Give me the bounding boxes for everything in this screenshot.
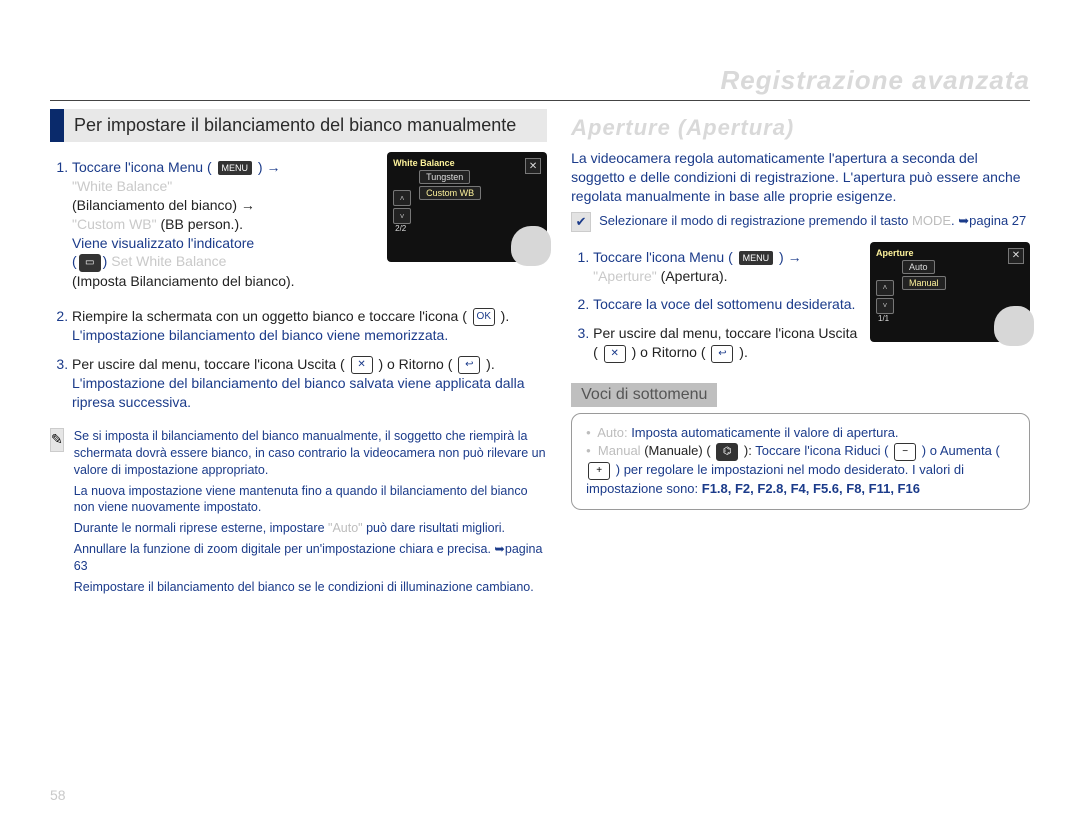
touch-hand-icon [994, 306, 1034, 346]
left-step-3: Per uscire dal menu, toccare l'icona Usc… [72, 355, 547, 412]
exit-icon: ✕ [351, 356, 373, 374]
right-heading: Aperture (Apertura) [571, 115, 1030, 141]
wb-screen-up-icon: ˄ [393, 190, 411, 206]
submenu-heading: Voci di sottomenu [571, 383, 717, 407]
minus-icon: − [894, 443, 916, 461]
left-title-bar: Per impostare il bilanciamento del bianc… [50, 109, 547, 142]
wb-screen-close-icon: ✕ [525, 158, 541, 174]
ap-screen-close-icon: ✕ [1008, 248, 1024, 264]
wb-set-icon: ▭ [79, 254, 101, 272]
bar-accent [50, 109, 64, 142]
precheck-icon: ✔ [571, 212, 591, 232]
section-header: Registrazione avanzata [720, 65, 1030, 96]
right-step-3: Per uscire dal menu, toccare l'icona Usc… [593, 324, 860, 362]
right-step-1: Toccare l'icona Menu ( MENU ) → "Apertur… [593, 248, 860, 286]
left-title: Per impostare il bilanciamento del bianc… [64, 109, 547, 142]
menu-chip-icon: MENU [739, 251, 774, 265]
aperture-screenshot: Aperture ✕ ˄ ˅ Auto Manual 1/1 [870, 242, 1030, 342]
ok-icon: OK [473, 308, 495, 326]
aperture-dial-icon: ⌬ [716, 443, 738, 461]
wb-screen-page: 2/2 [395, 224, 406, 233]
page-number: 58 [50, 787, 66, 803]
top-rule [50, 100, 1030, 101]
wb-screen-title: White Balance [393, 158, 455, 168]
wb-screen-down-icon: ˅ [393, 208, 411, 224]
right-intro: La videocamera regola automaticamente l'… [571, 149, 1030, 206]
left-step-1: Toccare l'icona Menu ( MENU ) → "White B… [72, 158, 377, 291]
ap-screen-down-icon: ˅ [876, 298, 894, 314]
exit-icon: ✕ [604, 345, 626, 363]
left-step-2: Riempire la schermata con un oggetto bia… [72, 307, 547, 345]
ap-screen-title: Aperture [876, 248, 914, 258]
note-icon: ✎ [50, 428, 64, 452]
right-step-2: Toccare la voce del sottomenu desiderata… [593, 295, 860, 314]
wb-screenshot: White Balance ✕ ˄ ˅ Tungsten Custom WB 2… [387, 152, 547, 262]
submenu-box: • Auto: Imposta automaticamente il valor… [571, 413, 1030, 510]
menu-chip-icon: MENU [218, 161, 253, 175]
return-icon: ↩ [458, 356, 480, 374]
ap-screen-up-icon: ˄ [876, 280, 894, 296]
return-icon: ↩ [711, 345, 733, 363]
ap-screen-page: 1/1 [878, 314, 889, 323]
touch-hand-icon [511, 226, 551, 266]
plus-icon: + [588, 462, 610, 480]
precheck: ✔ Selezionare il modo di registrazione p… [571, 212, 1030, 232]
left-note: ✎ Se si imposta il bilanciamento del bia… [50, 428, 547, 600]
